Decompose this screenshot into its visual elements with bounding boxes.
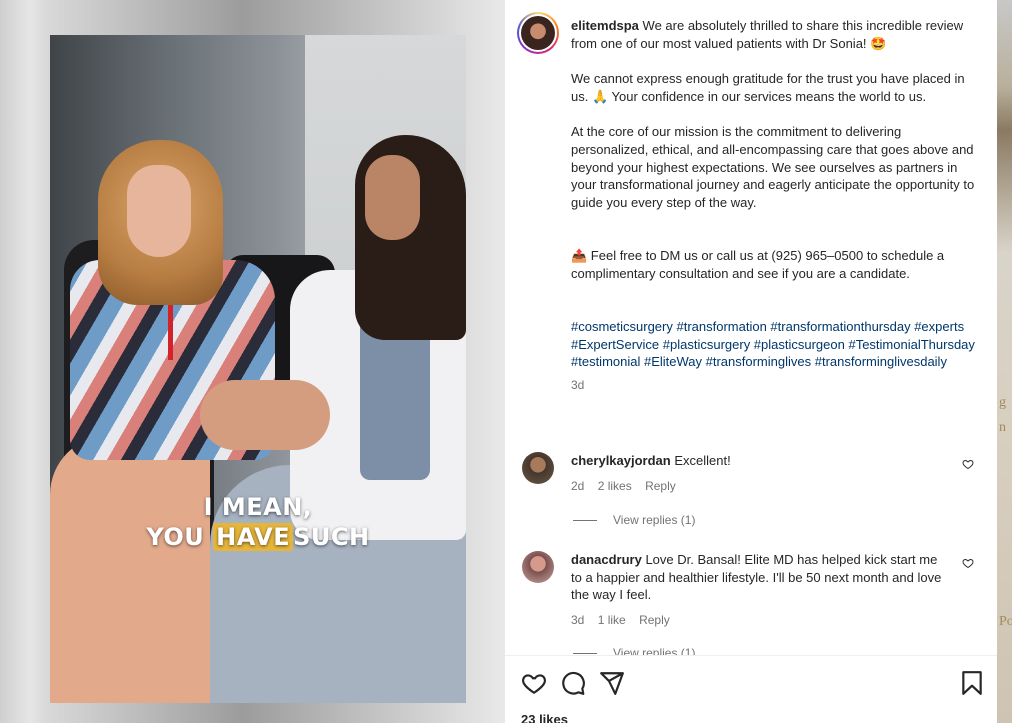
caption-paragraph: At the core of our mission is the commit… bbox=[571, 124, 975, 210]
post-age[interactable]: 3d bbox=[571, 377, 976, 395]
avatar[interactable] bbox=[522, 452, 554, 484]
comments-scroll-area[interactable]: elitemdspa We are absolutely thrilled to… bbox=[505, 0, 997, 655]
caption-highlight-word: HAVE bbox=[213, 523, 294, 551]
bookmark-icon[interactable] bbox=[959, 670, 985, 696]
share-icon[interactable] bbox=[599, 670, 625, 696]
peek-text-3: Po bbox=[999, 614, 1012, 629]
video-caption-line-1: I MEAN, bbox=[203, 493, 313, 521]
reply-button[interactable]: Reply bbox=[639, 613, 670, 627]
view-replies-button[interactable]: View replies (1) bbox=[573, 646, 695, 655]
author-username[interactable]: elitemdspa bbox=[571, 18, 639, 33]
comment-likes[interactable]: 1 like bbox=[598, 613, 626, 627]
comment-text: Excellent! bbox=[674, 453, 731, 468]
next-post-peek[interactable]: g n Po bbox=[997, 0, 1012, 723]
heart-icon[interactable] bbox=[962, 557, 974, 569]
comment-icon[interactable] bbox=[560, 670, 586, 696]
peek-text-1: g bbox=[999, 395, 1006, 410]
view-replies-button[interactable]: View replies (1) bbox=[573, 513, 695, 527]
post-video[interactable]: I MEAN, YOU HAVE SUCH bbox=[50, 35, 466, 703]
comment-username[interactable]: danacdrury bbox=[571, 552, 642, 567]
heart-icon[interactable] bbox=[962, 458, 974, 470]
peek-text-2: n bbox=[999, 420, 1006, 435]
comment-age[interactable]: 3d bbox=[571, 613, 584, 627]
hashtags[interactable]: #cosmeticsurgery #transformation #transf… bbox=[571, 318, 976, 371]
heart-icon[interactable] bbox=[521, 670, 547, 696]
video-caption-line-2: YOU HAVE SUCH bbox=[146, 523, 370, 551]
comment-age[interactable]: 2d bbox=[571, 479, 584, 493]
post-action-bar: 23 likes bbox=[505, 655, 997, 723]
post-caption: elitemdspa We are absolutely thrilled to… bbox=[571, 17, 976, 395]
caption-paragraph: We cannot express enough gratitude for t… bbox=[571, 71, 965, 104]
caption-paragraph: 📤 Feel free to DM us or call us at (925)… bbox=[571, 248, 945, 281]
avatar[interactable] bbox=[522, 551, 554, 583]
like-count[interactable]: 23 likes bbox=[521, 712, 568, 723]
post-detail-panel: elitemdspa We are absolutely thrilled to… bbox=[505, 0, 997, 723]
comment-likes[interactable]: 2 likes bbox=[598, 479, 632, 493]
author-avatar[interactable] bbox=[517, 12, 559, 54]
reply-button[interactable]: Reply bbox=[645, 479, 676, 493]
comment-username[interactable]: cherylkayjordan bbox=[571, 453, 671, 468]
